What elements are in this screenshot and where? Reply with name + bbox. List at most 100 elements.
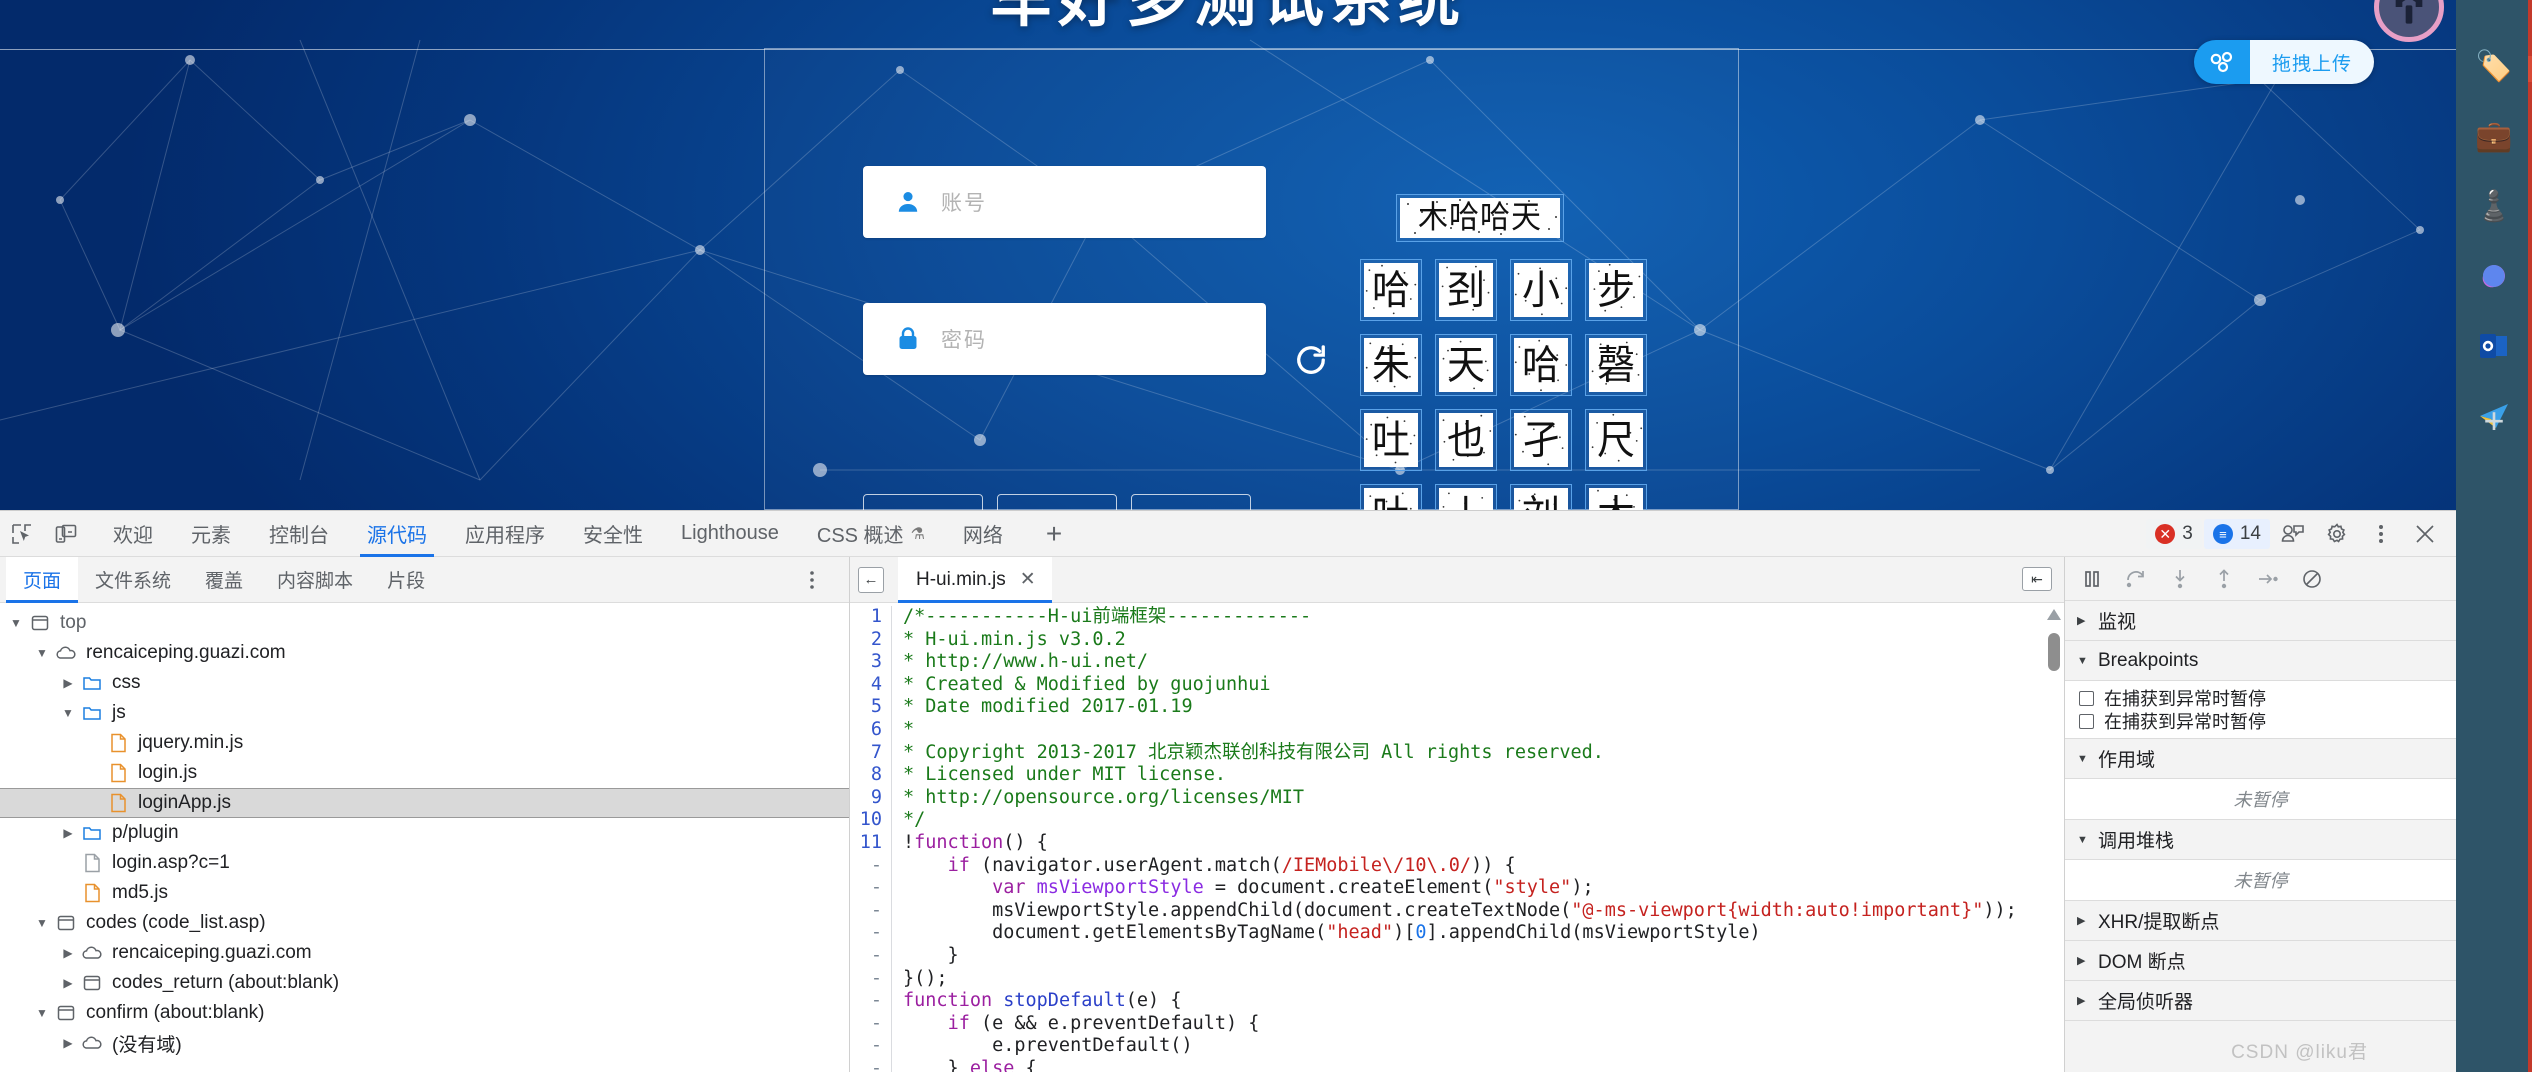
line-number[interactable]: 3 [850,651,892,674]
captcha-cell[interactable]: 天 [1435,334,1497,396]
more-vertical-icon[interactable] [2360,511,2402,557]
line-number[interactable]: - [850,990,892,1013]
captcha-cell[interactable]: 朱 [1360,334,1422,396]
section-breakpoints[interactable]: ▼ Breakpoints [2065,641,2456,681]
line-number[interactable]: 8 [850,764,892,787]
strength-medium-button[interactable]: 中 [997,494,1117,510]
chevron-down-icon[interactable]: ▼ [34,1005,50,1021]
error-count-badge[interactable]: ✕ 3 [2146,519,2202,549]
line-number[interactable]: - [850,922,892,945]
tree-node-no-domain[interactable]: ▶ (没有域) [0,1028,849,1058]
captcha-cell[interactable]: 吐 [1360,484,1422,510]
captcha-cell[interactable]: 磬 [1585,334,1647,396]
devices-icon[interactable] [2272,511,2314,557]
tab-welcome[interactable]: 欢迎 [94,511,172,557]
line-number[interactable]: 5 [850,696,892,719]
chevron-right-icon[interactable]: ▶ [60,945,76,961]
editor-tab-h-ui-min-js[interactable]: H-ui.min.js ✕ [898,556,1052,603]
close-icon[interactable]: ✕ [1020,568,1036,591]
line-number[interactable]: 10 [850,809,892,832]
line-number[interactable]: 4 [850,673,892,697]
tree-node-md5-js[interactable]: ▶ md5.js [0,878,849,908]
message-count-badge[interactable]: ≡ 14 [2203,519,2270,549]
tab-application[interactable]: 应用程序 [446,511,564,557]
captcha-cell[interactable]: 尺 [1585,409,1647,471]
chevron-down-icon[interactable]: ▼ [60,705,76,721]
line-number[interactable]: 7 [850,741,892,765]
nav-tab-overrides[interactable]: 覆盖 [188,557,260,603]
show-navigator-icon[interactable]: ⇤ [2022,567,2052,591]
line-number[interactable]: - [850,944,892,968]
line-number[interactable]: - [850,967,892,991]
section-call-stack[interactable]: ▼ 调用堆栈 [2065,820,2456,860]
tree-node-loginapp-js[interactable]: ▶ loginApp.js [0,788,849,818]
line-number[interactable]: - [850,899,892,923]
checkbox[interactable] [2079,690,2094,706]
strength-weak-button[interactable]: 弱 [863,494,983,510]
captcha-cell[interactable]: 哈 [1510,334,1572,396]
chevron-right-icon[interactable]: ▶ [60,975,76,991]
briefcase-icon[interactable]: 💼 [2474,116,2514,156]
tree-node-js-folder[interactable]: ▼ js [0,698,849,728]
chevron-right-icon[interactable]: ▶ [60,1035,76,1051]
tab-console[interactable]: 控制台 [250,511,348,557]
chevron-right-icon[interactable]: ▶ [60,675,76,691]
office-icon[interactable] [2474,256,2514,296]
tag-icon[interactable]: 🏷️ [2474,46,2514,86]
chevron-down-icon[interactable]: ▼ [34,915,50,931]
captcha-cell[interactable]: 步 [1585,259,1647,321]
close-icon[interactable] [2404,511,2446,557]
step-icon[interactable] [2255,566,2281,592]
tree-node-plugin-folder[interactable]: ▶ p/plugin [0,818,849,848]
tab-lighthouse[interactable]: Lighthouse [662,511,798,557]
tab-security[interactable]: 安全性 [564,511,662,557]
tree-node-codes-origin[interactable]: ▶ rencaiceping.guazi.com [0,938,849,968]
captcha-cell[interactable]: 木 [1585,484,1647,510]
section-global-listeners[interactable]: ▶ 全局侦听器 [2065,981,2456,1021]
captcha-cell[interactable]: 丄 [1435,484,1497,510]
line-number[interactable]: - [850,877,892,900]
device-toolbar-icon[interactable] [44,511,88,557]
chevron-right-icon[interactable]: ▶ [60,825,76,841]
line-number[interactable]: - [850,1035,892,1058]
scrollbar-thumb[interactable] [2048,633,2060,671]
captcha-cell[interactable]: 哈 [1360,259,1422,321]
pause-caught-exceptions-row[interactable]: 在捕获到异常时暂停 [2065,709,2456,733]
captcha-cell[interactable]: 也 [1435,409,1497,471]
line-number[interactable]: 6 [850,718,892,742]
step-out-icon[interactable] [2211,566,2237,592]
tree-node-origin[interactable]: ▼ rencaiceping.guazi.com [0,638,849,668]
scroll-up-icon[interactable] [2047,609,2061,620]
gear-icon[interactable] [2316,511,2358,557]
captcha-cell[interactable]: 小 [1510,259,1572,321]
add-panel-button[interactable]: + [1036,518,1072,550]
tree-node-jquery-min-js[interactable]: ▶ jquery.min.js [0,728,849,758]
pause-resume-icon[interactable] [2079,566,2105,592]
section-dom-breakpoints[interactable]: ▶ DOM 断点 [2065,941,2456,981]
code-viewport[interactable]: 1 /*-----------H-ui前端框架------------- 2 * H-… [850,603,2064,1072]
tab-network[interactable]: 网络 [944,511,1022,557]
tree-node-codes-return-frame[interactable]: ▶ codes_return (about:blank) [0,968,849,998]
line-number[interactable]: - [850,1012,892,1036]
line-number[interactable]: 1 [850,606,892,629]
line-number[interactable]: - [850,1057,892,1072]
chevron-down-icon[interactable]: ▼ [8,615,24,631]
chess-icon[interactable]: ♟️ [2474,186,2514,226]
nav-tab-page[interactable]: 页面 [6,556,79,603]
nav-tab-snippets[interactable]: 片段 [370,557,442,603]
pause-uncaught-exceptions-row[interactable]: 在捕获到异常时暂停 [2065,685,2456,709]
tree-node-login-js[interactable]: ▶ login.js [0,758,849,788]
tree-node-confirm-frame[interactable]: ▼ confirm (about:blank) [0,998,849,1028]
tree-node-top[interactable]: ▼ top [0,608,849,638]
code-scrollbar[interactable] [2046,605,2062,1072]
tree-node-codes-frame[interactable]: ▼ codes (code_list.asp) [0,908,849,938]
add-sidebar-item-button[interactable]: + [2456,400,2532,442]
nav-tab-filesystem[interactable]: 文件系统 [78,557,188,603]
navigator-more-icon[interactable] [809,557,815,603]
inspect-element-icon[interactable] [0,511,44,557]
step-into-icon[interactable] [2167,566,2193,592]
tab-elements[interactable]: 元素 [172,511,250,557]
tree-node-login-asp[interactable]: ▶ login.asp?c=1 [0,848,849,878]
refresh-icon[interactable] [1290,339,1332,381]
tree-node-css-folder[interactable]: ▶ css [0,668,849,698]
